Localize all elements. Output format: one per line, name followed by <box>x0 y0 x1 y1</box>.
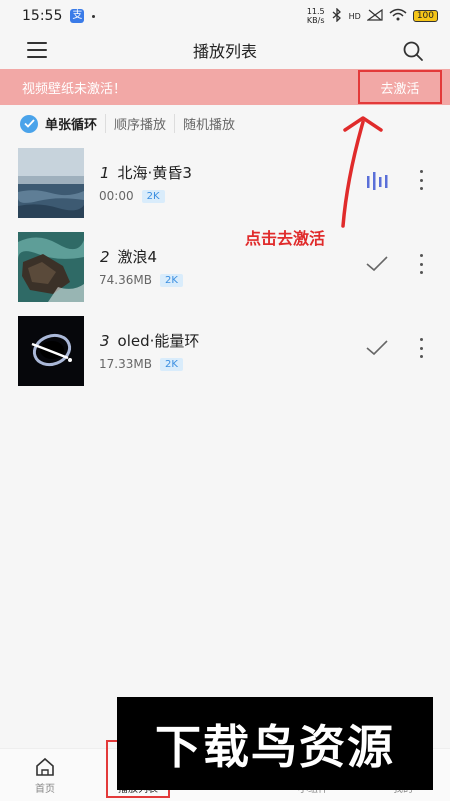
net-speed: 11.5 KB/s <box>307 7 325 25</box>
menu-icon[interactable] <box>27 42 47 58</box>
more-options-icon[interactable] <box>418 170 424 190</box>
search-icon[interactable] <box>402 40 424 62</box>
resolution-badge: 2K <box>159 273 183 287</box>
tab-home[interactable]: 首页 <box>0 749 90 801</box>
track-thumbnail <box>18 232 84 302</box>
track-duration: 00:00 <box>99 189 134 203</box>
track-meta: 74.36MB 2K <box>99 273 183 287</box>
track-title-line: 2 激浪4 <box>100 246 157 267</box>
annotation-arrow-icon <box>341 116 383 228</box>
track-thumbnail <box>18 148 84 218</box>
track-title: 北海·黄昏3 <box>117 164 192 182</box>
track-title-line: 1 北海·黄昏3 <box>100 162 192 183</box>
track-thumbnail <box>18 316 84 386</box>
battery-indicator: 100 <box>412 10 438 22</box>
track-size: 74.36MB <box>99 273 152 287</box>
track-number: 3 <box>100 332 110 350</box>
home-icon <box>36 757 54 776</box>
track-number: 1 <box>100 164 110 182</box>
track-number: 2 <box>100 248 110 266</box>
resolution-badge: 2K <box>159 357 183 371</box>
top-bar: 播放列表 <box>0 32 450 68</box>
mode-random[interactable]: 随机播放 <box>174 114 243 133</box>
more-options-icon[interactable] <box>418 254 424 274</box>
mobile-signal-icon <box>365 8 383 24</box>
downloaded-check-icon <box>366 256 388 272</box>
track-meta: 17.33MB 2K <box>99 357 183 371</box>
tab-home-label: 首页 <box>35 784 55 795</box>
net-speed-unit: KB/s <box>306 16 325 25</box>
activate-button[interactable]: 去激活 <box>358 70 442 104</box>
track-title-line: 3 oled·能量环 <box>100 330 199 351</box>
status-bar: 15:55 支 11.5 KB/s HD 100 <box>0 0 450 32</box>
track-title: oled·能量环 <box>117 332 200 350</box>
activation-notice-bar: 视频壁纸未激活！ 去激活 <box>0 69 450 105</box>
track-title: 激浪4 <box>117 248 158 266</box>
track-row[interactable]: 3 oled·能量环 17.33MB 2K <box>0 316 450 400</box>
track-row[interactable]: 2 激浪4 74.36MB 2K <box>0 232 450 316</box>
bluetooth-icon <box>331 6 343 25</box>
mode-single-loop[interactable]: 单张循环 <box>45 114 105 133</box>
downloaded-check-icon <box>366 340 388 356</box>
track-size: 17.33MB <box>99 357 152 371</box>
page-title: 播放列表 <box>192 42 257 61</box>
play-mode-selector: 单张循环 顺序播放 随机播放 <box>20 114 243 133</box>
wifi-icon <box>389 8 407 24</box>
notification-dot-icon <box>92 14 96 18</box>
check-icon <box>20 114 38 133</box>
status-time: 15:55 <box>22 8 63 24</box>
resolution-badge: 2K <box>141 189 165 203</box>
net-speed-value: 11.5 <box>306 7 325 16</box>
activation-notice-text: 视频壁纸未激活！ <box>22 81 127 97</box>
mode-sequential[interactable]: 顺序播放 <box>105 114 174 133</box>
alipay-notification-icon: 支 <box>70 9 85 23</box>
network-type-label: HD <box>348 11 361 21</box>
track-meta: 00:00 2K <box>99 189 165 203</box>
annotation-label: 点击去激活 <box>245 229 326 248</box>
watermark-logo: 下载鸟资源 <box>117 697 433 790</box>
more-options-icon[interactable] <box>418 338 424 358</box>
